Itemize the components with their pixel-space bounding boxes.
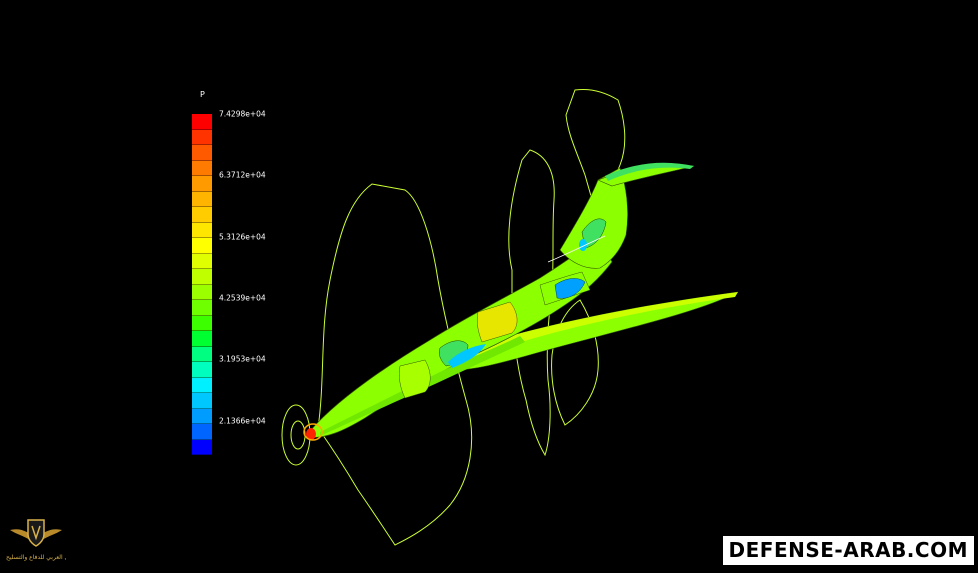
legend-swatch xyxy=(192,424,212,440)
legend-swatch xyxy=(192,331,212,347)
legend-swatch xyxy=(192,160,212,176)
legend-swatch xyxy=(192,408,212,424)
watermark: DEFENSE-ARAB.COM xyxy=(722,536,974,565)
legend-tick: 2.1366e+04 xyxy=(219,416,266,426)
legend-swatch xyxy=(192,129,212,145)
legend-swatch xyxy=(192,191,212,207)
legend-swatch xyxy=(192,207,212,223)
logo-text: المنتدى العربي للدفاع والتسليح xyxy=(6,554,66,561)
legend-swatch xyxy=(192,176,212,192)
legend-swatch xyxy=(192,238,212,254)
legend-swatch xyxy=(192,362,212,378)
cfd-viewport xyxy=(0,0,978,569)
fuselage-mid-patch xyxy=(398,359,431,399)
legend-swatch xyxy=(192,114,212,130)
legend-tick: 7.4298e+04 xyxy=(219,109,266,119)
pressure-contour-plot xyxy=(281,89,739,546)
legend-colorbar xyxy=(192,114,212,455)
legend-tick: 5.3126e+04 xyxy=(219,232,266,242)
legend-swatch xyxy=(192,377,212,393)
legend-swatch xyxy=(192,284,212,300)
legend-swatch xyxy=(192,222,212,238)
legend-swatch xyxy=(192,253,212,269)
legend-swatch xyxy=(192,393,212,409)
legend-tick: 6.3712e+04 xyxy=(219,170,266,180)
legend-tick: 4.2539e+04 xyxy=(219,293,266,303)
pressure-legend: P 7.4298e+04 6.3712e+04 5.3126e+04 4.253… xyxy=(190,90,310,455)
forum-logo: المنتدى العربي للدفاع والتسليح xyxy=(6,510,66,568)
legend-swatch xyxy=(192,439,212,455)
shield-wings-icon xyxy=(10,519,62,547)
legend-swatch xyxy=(192,269,212,285)
legend-swatch xyxy=(192,300,212,316)
legend-variable-label: P xyxy=(200,90,205,99)
legend-swatch xyxy=(192,315,212,331)
legend-tick: 3.1953e+04 xyxy=(219,354,266,364)
legend-swatch xyxy=(192,346,212,362)
legend-swatch xyxy=(192,145,212,161)
